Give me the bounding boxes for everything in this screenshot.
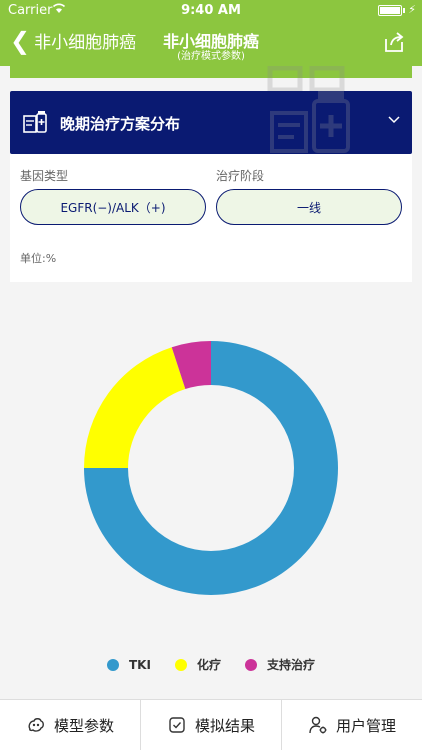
medicine-icon [23, 111, 47, 133]
chevron-down-icon [388, 112, 400, 128]
status-bar: Carrier 9:40 AM ⚡ [0, 0, 422, 22]
tab-simulation-results[interactable]: 模拟结果 [141, 700, 282, 750]
legend-label: 化疗 [196, 658, 221, 672]
tab-model-params[interactable]: 模型参数 [0, 700, 141, 750]
medicine-watermark-icon [270, 91, 350, 153]
unit-label: 单位:% [20, 252, 57, 265]
legend-item[interactable]: 化疗 [174, 656, 221, 673]
legend-item[interactable]: 支持治疗 [244, 656, 315, 673]
legend-swatch [107, 658, 119, 671]
donut-chart [84, 341, 338, 595]
chart-legend: TKI 化疗 支持治疗 [0, 656, 422, 673]
section-header[interactable]: 晚期治疗方案分布 [10, 91, 412, 154]
treatment-stage-label: 治疗阶段 [216, 169, 265, 183]
legend-label: 支持治疗 [266, 658, 315, 672]
donut-slice-1[interactable] [84, 347, 186, 468]
section-title: 晚期治疗方案分布 [60, 115, 181, 133]
legend-swatch [244, 658, 257, 671]
user-settings-icon [309, 716, 327, 734]
top-bar: Carrier 9:40 AM ⚡ ❮ 非小细胞肺癌 非小细胞肺癌 (治疗模式参… [0, 0, 422, 66]
page-subtitle: (治疗模式参数) [177, 51, 245, 62]
tab-label: 用户管理 [335, 716, 396, 735]
status-time: 9:40 AM [181, 3, 241, 18]
gene-type-label: 基因类型 [20, 169, 69, 183]
tab-label: 模型参数 [53, 716, 114, 735]
tab-user-management[interactable]: 用户管理 [282, 700, 422, 750]
chart-area [0, 300, 422, 695]
share-icon[interactable] [382, 30, 406, 54]
filter-card: 基因类型 EGFR(−)/ALK（+) 治疗阶段 一线 单位:% [10, 154, 412, 282]
treatment-stage-selector[interactable]: 一线 [216, 189, 402, 225]
legend-label: TKI [129, 657, 151, 672]
tab-bar: 模型参数 模拟结果 用户管理 [0, 699, 422, 750]
battery-cap [403, 8, 405, 13]
tab-label: 模拟结果 [194, 716, 255, 735]
navigation-bar: ❮ 非小细胞肺癌 非小细胞肺癌 (治疗模式参数) [0, 22, 422, 66]
charging-icon: ⚡ [408, 3, 416, 16]
legend-item[interactable]: TKI [107, 656, 151, 673]
battery-icon [378, 5, 402, 16]
model-icon [28, 718, 44, 732]
gene-type-selector[interactable]: EGFR(−)/ALK（+) [20, 189, 206, 225]
legend-swatch [174, 658, 187, 671]
result-icon [169, 717, 185, 733]
